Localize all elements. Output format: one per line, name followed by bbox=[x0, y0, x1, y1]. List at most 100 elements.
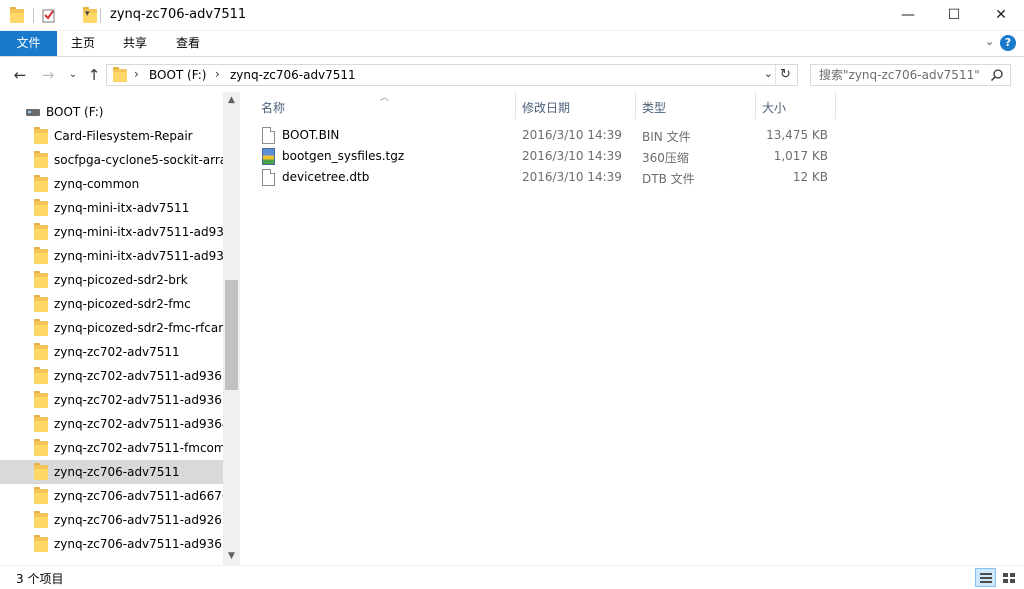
tree-item[interactable]: zynq-picozed-sdr2-fmc bbox=[0, 292, 223, 316]
folder-icon bbox=[34, 511, 48, 528]
navigation-bar: ← → ⌄ ↑ › BOOT (F:) › zynq-zc706-adv7511… bbox=[0, 58, 1024, 92]
refresh-icon[interactable]: ↻ bbox=[775, 65, 795, 85]
tree-item[interactable]: zynq-zc702-adv7511 bbox=[0, 340, 223, 364]
tree-item-label: zynq-zc706-adv7511-ad9361- bbox=[54, 537, 223, 551]
folder-icon bbox=[34, 151, 48, 168]
folder-icon bbox=[34, 223, 48, 240]
address-dropdown-icon[interactable]: ⌄ bbox=[764, 67, 773, 80]
breadcrumb-folder[interactable]: zynq-zc706-adv7511 bbox=[230, 68, 356, 82]
customize-quick-access-icon[interactable]: ▾ bbox=[85, 9, 95, 21]
drive-icon bbox=[26, 109, 40, 116]
tree-item-label: zynq-zc702-adv7511-ad9361- bbox=[54, 393, 223, 407]
status-bar: 3 个项目 bbox=[0, 565, 1024, 589]
nav-scrollbar[interactable]: ▲ ▼ bbox=[223, 92, 240, 565]
tree-item[interactable]: zynq-zc702-adv7511-ad9361- bbox=[0, 388, 223, 412]
file-modified: 2016/3/10 14:39 bbox=[522, 128, 622, 142]
folder-icon bbox=[34, 175, 48, 192]
tree-item[interactable]: zynq-picozed-sdr2-fmc-rfcar bbox=[0, 316, 223, 340]
ribbon: 文件 主页 共享 查看 ⌄ ? bbox=[0, 31, 1024, 57]
file-icon bbox=[262, 169, 275, 186]
search-input[interactable] bbox=[811, 65, 989, 85]
large-icons-view-button[interactable] bbox=[998, 568, 1019, 587]
tree-item-label: zynq-picozed-sdr2-brk bbox=[54, 273, 188, 287]
tree-item-label: zynq-zc706-adv7511 bbox=[54, 465, 180, 479]
close-button[interactable]: ✕ bbox=[978, 0, 1024, 30]
tree-item[interactable]: zynq-zc706-adv7511-ad9361- bbox=[0, 532, 223, 556]
properties-icon[interactable] bbox=[42, 8, 56, 23]
tree-item[interactable]: Card-Filesystem-Repair bbox=[0, 124, 223, 148]
up-icon[interactable]: ↑ bbox=[84, 65, 104, 85]
scroll-up-icon[interactable]: ▲ bbox=[223, 92, 240, 109]
file-row[interactable]: bootgen_sysfiles.tgz 2016/3/10 14:39 360压缩… bbox=[241, 146, 831, 167]
details-view-button[interactable] bbox=[975, 568, 996, 587]
tree-item[interactable]: socfpga-cyclone5-sockit-arra bbox=[0, 148, 223, 172]
tab-view[interactable]: 查看 bbox=[162, 31, 214, 56]
tree-item-label: zynq-mini-itx-adv7511-ad936 bbox=[54, 225, 223, 239]
folder-icon bbox=[34, 343, 48, 360]
tree-item-label: zynq-zc702-adv7511 bbox=[54, 345, 180, 359]
back-icon[interactable]: ← bbox=[10, 65, 30, 85]
title-bar: ▾ zynq-zc706-adv7511 — ☐ ✕ bbox=[0, 0, 1024, 31]
minimize-button[interactable]: — bbox=[885, 0, 931, 30]
file-modified: 2016/3/10 14:39 bbox=[522, 170, 622, 184]
scroll-down-icon[interactable]: ▼ bbox=[223, 548, 240, 565]
tree-item-label: zynq-zc702-adv7511-ad9364- bbox=[54, 417, 223, 431]
folder-icon bbox=[34, 295, 48, 312]
folder-icon bbox=[34, 247, 48, 264]
file-type: BIN 文件 bbox=[642, 130, 691, 144]
tree-item[interactable]: zynq-zc702-adv7511-ad9361- bbox=[0, 364, 223, 388]
tree-root-label: BOOT (F:) bbox=[46, 105, 104, 119]
tree-item[interactable]: zynq-mini-itx-adv7511 bbox=[0, 196, 223, 220]
chevron-right-icon[interactable]: › bbox=[134, 67, 139, 81]
folder-icon bbox=[34, 487, 48, 504]
search-box[interactable] bbox=[810, 64, 1011, 86]
column-header-size[interactable]: 大小 bbox=[756, 92, 836, 119]
tree-item-label: zynq-zc706-adv7511-ad6676- bbox=[54, 489, 223, 503]
divider bbox=[100, 8, 101, 23]
tab-share[interactable]: 共享 bbox=[109, 31, 161, 56]
expand-ribbon-icon[interactable]: ⌄ bbox=[985, 35, 994, 48]
column-header-name[interactable]: ︿ 名称 bbox=[241, 92, 516, 119]
file-type: DTB 文件 bbox=[642, 172, 695, 186]
tree-item-label: socfpga-cyclone5-sockit-arra bbox=[54, 153, 223, 167]
folder-icon bbox=[34, 463, 48, 480]
scrollbar-thumb[interactable] bbox=[225, 280, 238, 390]
tree-item-label: zynq-mini-itx-adv7511 bbox=[54, 201, 190, 215]
tree-item[interactable]: zynq-mini-itx-adv7511-ad936 bbox=[0, 220, 223, 244]
file-row[interactable]: BOOT.BIN 2016/3/10 14:39 BIN 文件 13,475 KB bbox=[241, 125, 831, 146]
tree-item[interactable]: zynq-zc702-adv7511-ad9364- bbox=[0, 412, 223, 436]
column-header-modified[interactable]: 修改日期 bbox=[516, 92, 636, 119]
file-size: 12 KB bbox=[792, 170, 828, 184]
tab-home[interactable]: 主页 bbox=[57, 31, 109, 56]
tree-item[interactable]: zynq-zc706-adv7511-ad6676- bbox=[0, 484, 223, 508]
help-icon[interactable]: ? bbox=[1000, 35, 1016, 51]
tree-item-label: zynq-picozed-sdr2-fmc bbox=[54, 297, 191, 311]
tree-item-label: zynq-mini-itx-adv7511-ad936 bbox=[54, 249, 223, 263]
tree-item[interactable]: zynq-zc706-adv7511 bbox=[0, 460, 223, 484]
recent-locations-icon[interactable]: ⌄ bbox=[63, 65, 83, 85]
search-icon[interactable] bbox=[990, 68, 1004, 82]
tree-item[interactable]: zynq-common bbox=[0, 172, 223, 196]
file-row[interactable]: devicetree.dtb 2016/3/10 14:39 DTB 文件 12 KB bbox=[241, 167, 831, 188]
tree-item-label: zynq-picozed-sdr2-fmc-rfcar bbox=[54, 321, 223, 335]
column-header-type[interactable]: 类型 bbox=[636, 92, 756, 119]
folder-icon bbox=[34, 391, 48, 408]
folder-icon bbox=[113, 67, 127, 82]
chevron-right-icon[interactable]: › bbox=[215, 67, 220, 81]
tree-item[interactable]: zynq-zc706-adv7511-ad9265- bbox=[0, 508, 223, 532]
tree-item[interactable]: zynq-zc702-adv7511-fmcomr bbox=[0, 436, 223, 460]
tree-item[interactable]: zynq-picozed-sdr2-brk bbox=[0, 268, 223, 292]
tree-item-label: zynq-zc706-adv7511-ad9265- bbox=[54, 513, 223, 527]
navigation-pane: BOOT (F:) Card-Filesystem-Repair socfpga-… bbox=[0, 92, 240, 565]
address-bar[interactable]: › BOOT (F:) › zynq-zc706-adv7511 ⌄ ↻ bbox=[106, 64, 798, 86]
file-name: devicetree.dtb bbox=[282, 170, 370, 184]
forward-icon[interactable]: → bbox=[38, 65, 58, 85]
tree-item[interactable]: zynq-mini-itx-adv7511-ad936 bbox=[0, 244, 223, 268]
tree-item-label: zynq-zc702-adv7511-fmcomr bbox=[54, 441, 223, 455]
breadcrumb-drive[interactable]: BOOT (F:) bbox=[149, 68, 206, 82]
folder-icon bbox=[34, 415, 48, 432]
tree-item-label: zynq-zc702-adv7511-ad9361- bbox=[54, 369, 223, 383]
tab-file[interactable]: 文件 bbox=[0, 31, 57, 56]
maximize-button[interactable]: ☐ bbox=[931, 0, 977, 30]
divider bbox=[33, 8, 34, 23]
